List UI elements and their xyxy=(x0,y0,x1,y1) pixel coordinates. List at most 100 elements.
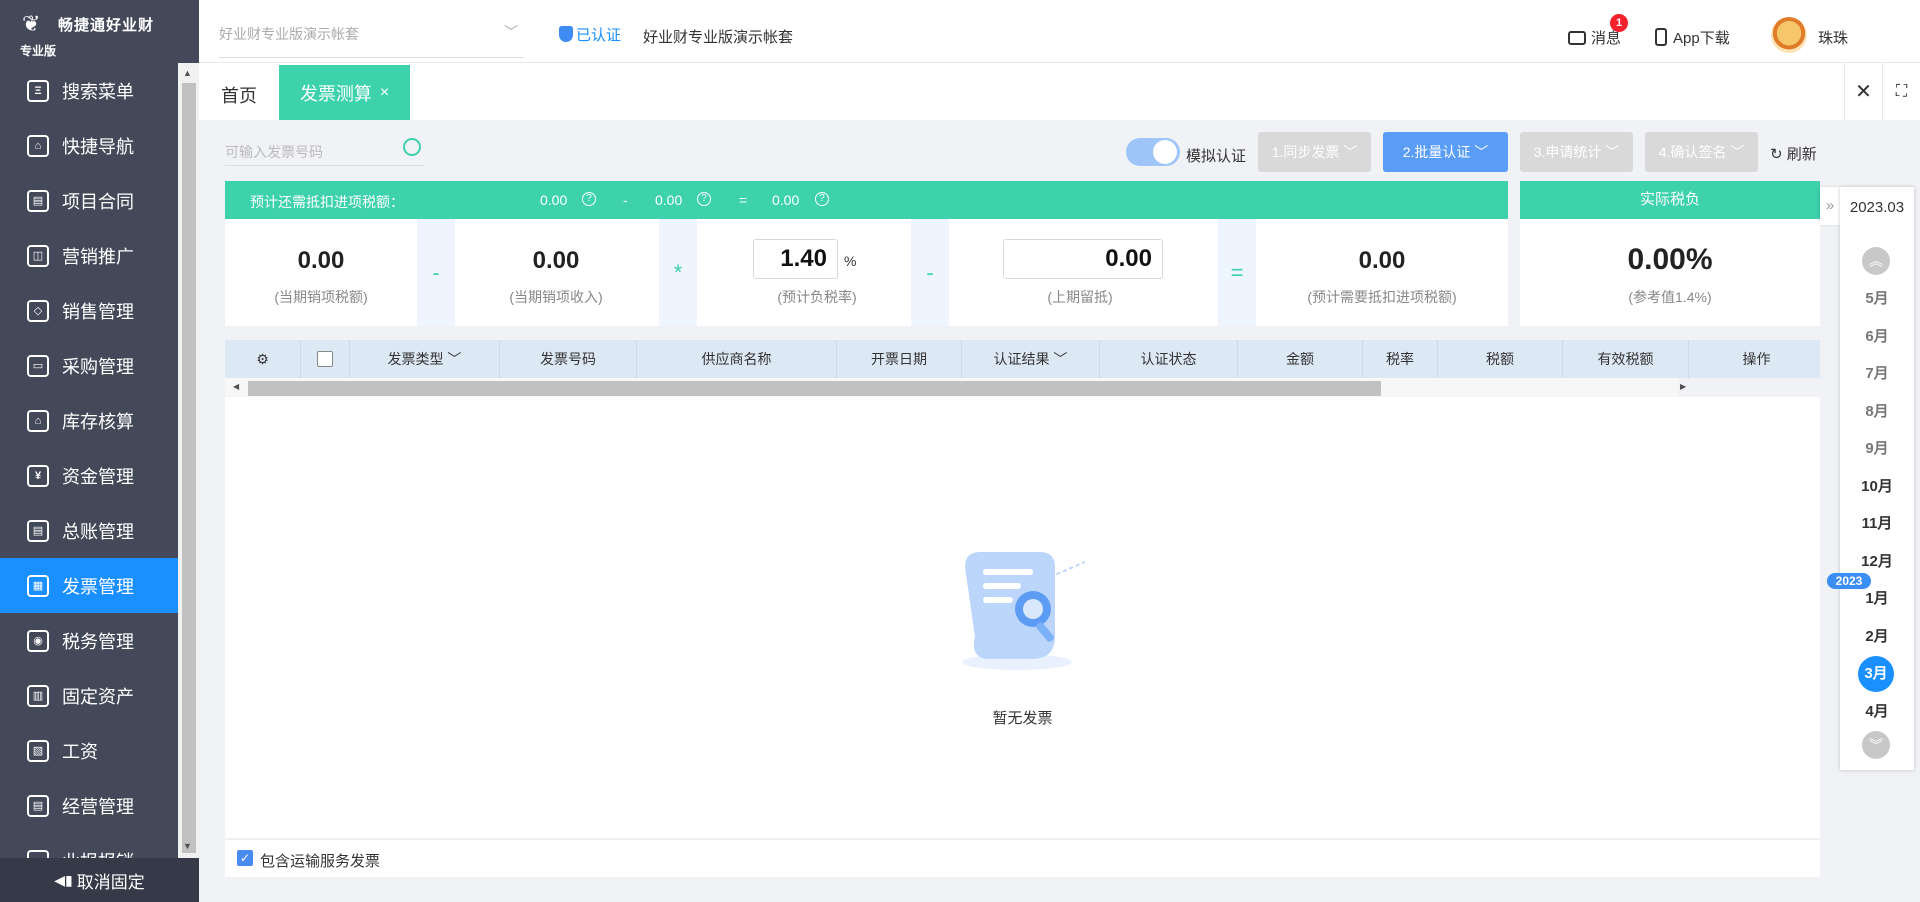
year-tag: 2023 xyxy=(1827,573,1871,589)
tax-rate-caption: (预计负税率) xyxy=(777,289,857,305)
close-all-tabs-icon[interactable]: ✕ xyxy=(1844,63,1882,120)
prev-retained-caption: (上期留抵) xyxy=(1047,289,1113,305)
column-issue-date: 开票日期 xyxy=(837,340,962,378)
prev-retained-input[interactable]: 0.00 xyxy=(1003,239,1163,279)
sidebar-item[interactable]: ▭ 采购管理 xyxy=(0,338,178,393)
scroll-down-arrow-icon[interactable]: ▼ xyxy=(183,841,192,851)
apply-stats-button[interactable]: 3.申请统计 ﹀ xyxy=(1520,132,1633,172)
operator-minus: - xyxy=(417,219,455,326)
account-select[interactable]: 好业财专业版演示帐套 ﹀ xyxy=(219,24,524,58)
month-item[interactable]: 5月 xyxy=(1840,287,1914,308)
message-count-badge: 1 xyxy=(1610,14,1628,32)
refresh-button[interactable]: ↻ 刷新 xyxy=(1770,143,1817,164)
column-invoice-type[interactable]: 发票类型 ﹀ xyxy=(350,340,500,378)
sidebar-item[interactable]: ◫ 营销推广 xyxy=(0,228,178,283)
sidebar-item[interactable]: ▤ 总账管理 xyxy=(0,503,178,558)
tax-rate-cell: 1.40 % (预计负税率) xyxy=(697,219,937,326)
unpin-sidebar-button[interactable]: ◀▮ 取消固定 xyxy=(0,858,199,902)
month-up-icon[interactable]: ︽ xyxy=(1862,247,1890,275)
table-horizontal-scrollbar[interactable]: ◀ ▶ xyxy=(225,378,1686,397)
app-edition: 专业版 xyxy=(20,44,57,58)
clipboard-icon: ▤ xyxy=(27,794,49,817)
account-name: 好业财专业版演示帐套 xyxy=(643,29,794,46)
tab-close-icon[interactable]: × xyxy=(380,84,389,102)
summary-header-label: 预计还需抵扣进项税额： xyxy=(250,194,404,210)
step4-label: 4.确认签名 xyxy=(1658,144,1727,160)
tab-invoice-estimate[interactable]: 发票测算 × xyxy=(279,65,410,120)
user-name[interactable]: 珠珠 xyxy=(1818,27,1848,48)
help-icon[interactable]: ? xyxy=(582,192,596,206)
confirm-signature-button[interactable]: 4.确认签名 ﹀ xyxy=(1645,132,1758,172)
scroll-right-arrow-icon[interactable]: ▶ xyxy=(1680,382,1686,391)
month-item[interactable]: 2月 xyxy=(1840,625,1914,646)
table-footer: ✓ 包含运输服务发票 xyxy=(225,839,1820,877)
month-item[interactable]: 6月 xyxy=(1840,325,1914,346)
fullscreen-icon[interactable]: ⛶ xyxy=(1882,63,1920,120)
month-item[interactable]: 11月 xyxy=(1840,512,1914,533)
avatar[interactable] xyxy=(1771,17,1807,53)
sidebar-scroll-thumb[interactable] xyxy=(182,83,196,853)
current-period: 2023.03 xyxy=(1849,199,1905,216)
actual-tax-value: 0.00% xyxy=(1627,243,1713,276)
month-selected[interactable]: 3月 xyxy=(1858,656,1894,692)
sidebar-item[interactable]: Ξ 搜索菜单 xyxy=(0,63,178,118)
sidebar-item[interactable]: ▧ 工资 xyxy=(0,723,178,778)
summary-h-eq: = xyxy=(739,192,748,208)
sales-income-value: 0.00 xyxy=(532,247,580,274)
sidebar-item-label: 销售管理 xyxy=(62,301,134,322)
select-all-checkbox[interactable] xyxy=(301,340,350,378)
sidebar-item-label: 业报报销 xyxy=(62,848,134,859)
sidebar-item[interactable]: ◌ 业报报销 xyxy=(0,833,178,858)
invoice-number-search[interactable]: 可输入发票号码 xyxy=(225,136,425,166)
message-icon xyxy=(1568,31,1586,45)
sidebar-item[interactable]: ◉ 税务管理 xyxy=(0,613,178,668)
sidebar-item[interactable]: ▤ 项目合同 xyxy=(0,173,178,228)
sidebar-item[interactable]: ◇ 销售管理 xyxy=(0,283,178,338)
sidebar-item[interactable]: ⌂ 快捷导航 xyxy=(0,118,178,173)
sidebar-item[interactable]: ¥ 资金管理 xyxy=(0,448,178,503)
sidebar-item[interactable]: ⌂ 库存核算 xyxy=(0,393,178,448)
sidebar-item-label: 资金管理 xyxy=(62,466,134,487)
scroll-up-arrow-icon[interactable]: ▲ xyxy=(183,68,192,78)
table-scroll-thumb[interactable] xyxy=(248,381,1381,396)
month-item[interactable]: 10月 xyxy=(1840,475,1914,496)
month-item[interactable]: 7月 xyxy=(1840,362,1914,383)
column-settings-icon[interactable]: ⚙ xyxy=(225,340,301,378)
include-transport-checkbox[interactable]: ✓ xyxy=(237,850,253,866)
scroll-left-arrow-icon[interactable]: ◀ xyxy=(233,382,239,391)
month-item[interactable]: 12月 xyxy=(1840,550,1914,571)
month-item[interactable]: 1月 xyxy=(1840,587,1914,608)
output-tax-caption: (当期销项税额) xyxy=(274,289,368,305)
home-icon: ⌂ xyxy=(27,134,49,157)
tab-home[interactable]: 首页 xyxy=(221,82,257,108)
sidebar-item[interactable]: ▤ 经营管理 xyxy=(0,778,178,833)
month-down-icon[interactable]: ︾ xyxy=(1862,731,1890,759)
collapse-panel-icon[interactable]: » xyxy=(1820,187,1840,225)
needed-cell: 0.00 (预计需要抵扣进项税额) xyxy=(1256,219,1508,326)
batch-verify-button[interactable]: 2.批量认证 ﹀ xyxy=(1383,132,1508,172)
sidebar-menu: Ξ 搜索菜单 ⌂ 快捷导航 ▤ 项目合同 ◫ 营销推广 ◇ 销售管理 ▭ 采购管理 ⌂ 库存核算 ¥ 资金管理… xyxy=(0,63,178,858)
help-icon[interactable]: ? xyxy=(815,192,829,206)
summary-body: 0.00 (当期销项税额) - 0.00 (当期销项收入) * 1.40 % (… xyxy=(225,219,1508,326)
month-item[interactable]: 8月 xyxy=(1840,400,1914,421)
month-item[interactable]: 4月 xyxy=(1840,700,1914,721)
unpin-label: 取消固定 xyxy=(76,872,145,892)
month-item[interactable]: 9月 xyxy=(1840,437,1914,458)
operator-equals: = xyxy=(1218,219,1256,326)
simulate-toggle[interactable] xyxy=(1126,138,1180,166)
phone-icon xyxy=(1655,28,1667,46)
app-download-label: App下载 xyxy=(1673,30,1730,47)
help-icon[interactable]: ? xyxy=(697,192,711,206)
include-transport-label[interactable]: 包含运输服务发票 xyxy=(260,850,380,871)
search-icon[interactable] xyxy=(403,138,421,156)
sync-invoices-button[interactable]: 1.同步发票 ﹀ xyxy=(1258,132,1371,172)
column-verify-result[interactable]: 认证结果 ﹀ xyxy=(962,340,1100,378)
column-verify-status: 认证状态 xyxy=(1100,340,1238,378)
sidebar-item[interactable]: ▥ 固定资产 xyxy=(0,668,178,723)
sidebar-scrollbar[interactable]: ▲ ▼ xyxy=(178,63,199,858)
app-download-button[interactable]: App下载 xyxy=(1655,27,1730,48)
sidebar-item-label: 快捷导航 xyxy=(62,136,134,157)
sidebar-item[interactable]: ▦ 发票管理 xyxy=(0,558,178,613)
tax-rate-unit: % xyxy=(844,253,857,269)
tax-rate-input[interactable]: 1.40 xyxy=(753,239,838,279)
